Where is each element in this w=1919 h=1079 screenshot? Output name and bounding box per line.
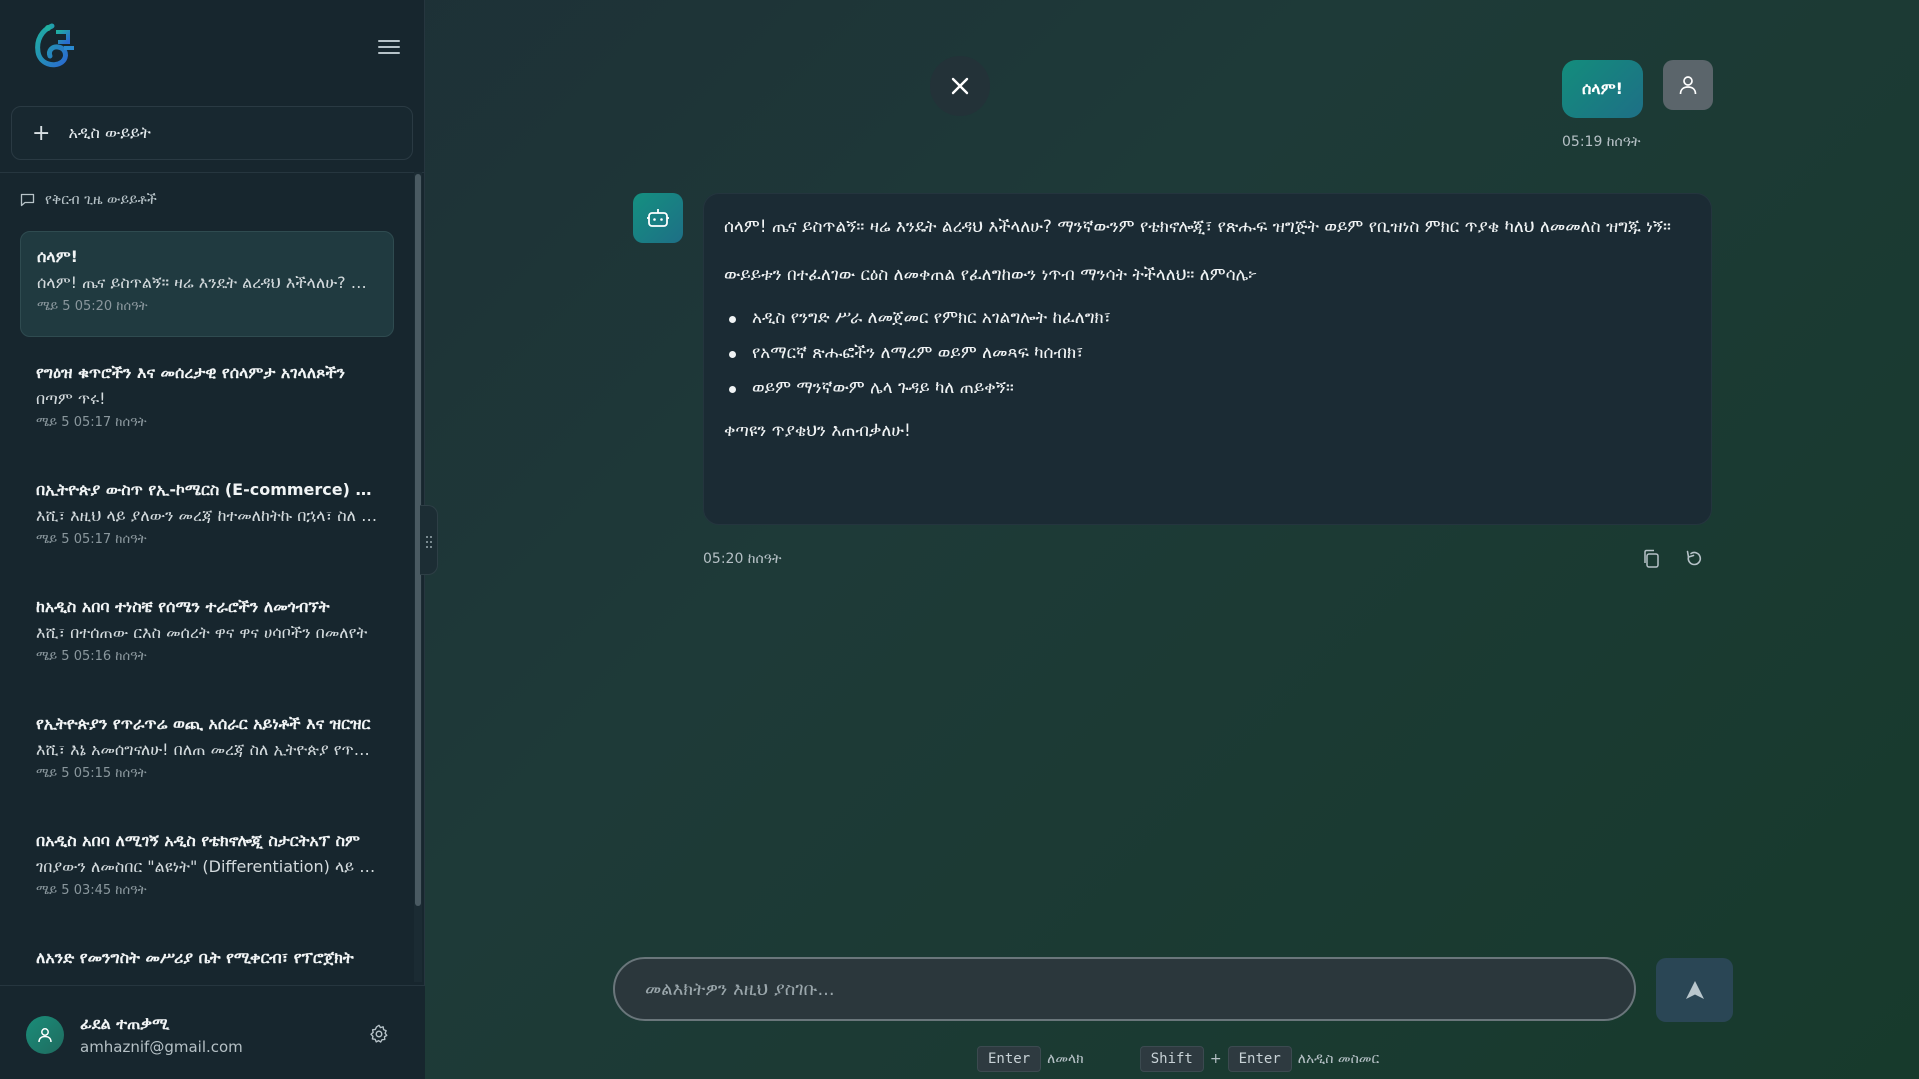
- send-icon: [1685, 981, 1704, 999]
- send-button[interactable]: [1656, 958, 1733, 1022]
- new-chat-button[interactable]: + አዲስ ውይይት: [11, 106, 413, 160]
- chat-bubble-icon: [20, 193, 35, 207]
- refresh-icon[interactable]: [1684, 549, 1704, 569]
- sidebar: + አዲስ ውይይት የቅርብ ጊዜ ውይይቶች ሰላም! ሰላም! ጤና ይስ…: [0, 0, 425, 1079]
- user-avatar-icon[interactable]: [26, 1016, 64, 1054]
- enter-key: Enter: [1227, 1046, 1292, 1072]
- plus-icon: +: [32, 120, 51, 146]
- assistant-intro: ሰላም! ጤና ይስጥልኝ። ዛሬ እንዴት ልረዳህ እችላለሁ? ማንኛውን…: [724, 217, 1671, 237]
- recent-heading-label: የቅርብ ጊዜ ውይይቶች: [45, 192, 157, 208]
- enter-key: Enter: [977, 1046, 1042, 1072]
- assistant-lead: ውይይቱን በተፈለገው ርዕስ ለመቀጠል የፈለግከውን ነጥብ ማንሳት …: [724, 265, 1258, 285]
- conversation-item[interactable]: በአዲስ አበባ ለሚገኝ አዲስ የቴክኖሎጂ ስታርትአፕ ስም ገበያውን…: [20, 816, 394, 922]
- logo-icon: [28, 20, 80, 74]
- conversation-item[interactable]: ሰላም! ሰላም! ጤና ይስጥልኝ። ዛሬ እንዴት ልረዳህ እችላለሁ? …: [20, 231, 394, 337]
- list-item: የአማርኛ ጽሑፎችን ለማረም ወይም ለመጻፍ ካሰብክ፣: [724, 336, 1691, 371]
- sidebar-resize-handle[interactable]: [420, 505, 438, 575]
- user-message-time: 05:19 ከሰዓት: [1562, 134, 1641, 150]
- conversation-preview: እሺ፣ በተሰጠው ርእስ መሰረት ዋና ዋና ሀሳቦችን በመለየት: [36, 623, 368, 642]
- conversation-date: ሜይ 5 05:17 ከሰዓት: [36, 532, 147, 547]
- assistant-message: ሰላም! ጤና ይስጥልኝ። ዛሬ እንዴት ልረዳህ እችላለሁ? ማንኛውን…: [703, 193, 1712, 525]
- conversation-preview: ገበያውን ለመስበር "ልዩነት" (Differentiation) ላይ …: [36, 857, 378, 876]
- person-icon: [1663, 60, 1713, 110]
- conversation-title: ለአንድ የመንግስት መሥሪያ ቤት የሚቀርብ፣ የፕሮጀክት: [36, 948, 354, 967]
- divider: [0, 172, 425, 173]
- conversation-item[interactable]: የግዕዝ ቁጥሮችን እና መሰረታዊ የሰላምታ አገላለጾችን በጣም ጥሩ…: [20, 348, 394, 454]
- conversation-title: ከአዲስ አበባ ተነስቼ የሰሜን ተራሮችን ለመጎብኘት: [36, 597, 330, 616]
- conversation-date: ሜይ 5 05:17 ከሰዓት: [36, 415, 147, 430]
- conversation-item[interactable]: በኢትዮጵያ ውስጥ የኢ-ኮሜርስ (E-commerce) ንግድ እሺ፣ …: [20, 465, 394, 571]
- conversation-title: ሰላም!: [37, 247, 78, 266]
- conversation-date: ሜይ 5 05:15 ከሰዓት: [36, 766, 147, 781]
- user-message: ሰላም!: [1562, 60, 1643, 118]
- shift-key: Shift: [1139, 1046, 1204, 1072]
- new-chat-label: አዲስ ውይይት: [68, 123, 151, 142]
- bot-icon: [633, 193, 683, 243]
- plus-sign: +: [1209, 1051, 1222, 1067]
- recent-heading: የቅርብ ጊዜ ውይይቶች: [20, 192, 157, 208]
- assistant-bullet-list: አዲስ የንግድ ሥራ ለመጀመር የምክር አገልግሎት ከፈለግክ፣ የአማ…: [724, 301, 1691, 406]
- user-email: amhaznif@gmail.com: [80, 1038, 243, 1056]
- list-item: ወይም ማንኛውም ሌላ ጉዳይ ካለ ጠይቀኝ።: [724, 371, 1691, 406]
- send-hint-label: ለመላክ: [1047, 1051, 1084, 1067]
- sidebar-scrollbar[interactable]: [414, 172, 422, 982]
- conversation-title: በኢትዮጵያ ውስጥ የኢ-ኮሜርስ (E-commerce) ንግድ: [36, 480, 378, 499]
- conversation-item[interactable]: የኢትዮጵያን የጥራጥሬ ወጪ አሰራር አይነቶች እና ዝርዝር እሺ፣ …: [20, 699, 394, 805]
- message-input[interactable]: [613, 957, 1636, 1021]
- gear-icon[interactable]: [368, 1023, 390, 1045]
- assistant-closing: ቀጣዩን ጥያቄህን እጠብቃለሁ!: [724, 421, 911, 441]
- conversation-date: ሜይ 5 03:45 ከሰዓት: [36, 883, 147, 898]
- user-name: ፊደል ተጠቃሚ: [80, 1014, 170, 1033]
- menu-icon[interactable]: [378, 36, 400, 58]
- conversation-title: የኢትዮጵያን የጥራጥሬ ወጪ አሰራር አይነቶች እና ዝርዝር: [36, 714, 371, 733]
- conversation-title: የግዕዝ ቁጥሮችን እና መሰረታዊ የሰላምታ አገላለጾችን: [36, 363, 346, 382]
- conversation-preview: እሺ፣ እኔ አመሰግናለሁ! በለጠ መረጃ ስለ ኢትዮጵያ የጥራጥሬ: [36, 740, 378, 759]
- conversation-preview: በጣም ጥሩ!: [36, 389, 106, 408]
- conversation-preview: ሰላም! ጤና ይስጥልኝ። ዛሬ እንዴት ልረዳህ እችላለሁ? ማንኛውን…: [37, 273, 377, 292]
- list-item: አዲስ የንግድ ሥራ ለመጀመር የምክር አገልግሎት ከፈለግክ፣: [724, 301, 1691, 336]
- conversation-item[interactable]: ከአዲስ አበባ ተነስቼ የሰሜን ተራሮችን ለመጎብኘት እሺ፣ በተሰጠ…: [20, 582, 394, 688]
- conversation-date: ሜይ 5 05:16 ከሰዓት: [36, 649, 147, 664]
- conversation-preview: እሺ፣ እዚህ ላይ ያለውን መረጃ ከተመለከትኩ በኋላ፣ ስለ ጉዳዩ: [36, 506, 378, 525]
- conversation-list: ሰላም! ሰላም! ጤና ይስጥልኝ። ዛሬ እንዴት ልረዳህ እችላለሁ? …: [0, 228, 412, 984]
- assistant-message-time: 05:20 ከሰዓት: [703, 551, 782, 567]
- conversation-title: በአዲስ አበባ ለሚገኝ አዲስ የቴክኖሎጂ ስታርትአፕ ስም: [36, 831, 360, 850]
- newline-hint-label: ለአዲስ መስመር: [1297, 1051, 1380, 1067]
- copy-icon[interactable]: [1642, 549, 1660, 569]
- conversation-date: ሜይ 5 05:20 ከሰዓት: [37, 299, 148, 314]
- conversation-item[interactable]: ለአንድ የመንግስት መሥሪያ ቤት የሚቀርብ፣ የፕሮጀክት: [20, 933, 394, 984]
- user-footer: ፊደል ተጠቃሚ amhaznif@gmail.com: [0, 985, 425, 1079]
- close-icon[interactable]: [930, 56, 990, 116]
- keyboard-hints: Enter ለመላክ Shift + Enter ለአዲስ መስመር: [977, 1046, 1379, 1072]
